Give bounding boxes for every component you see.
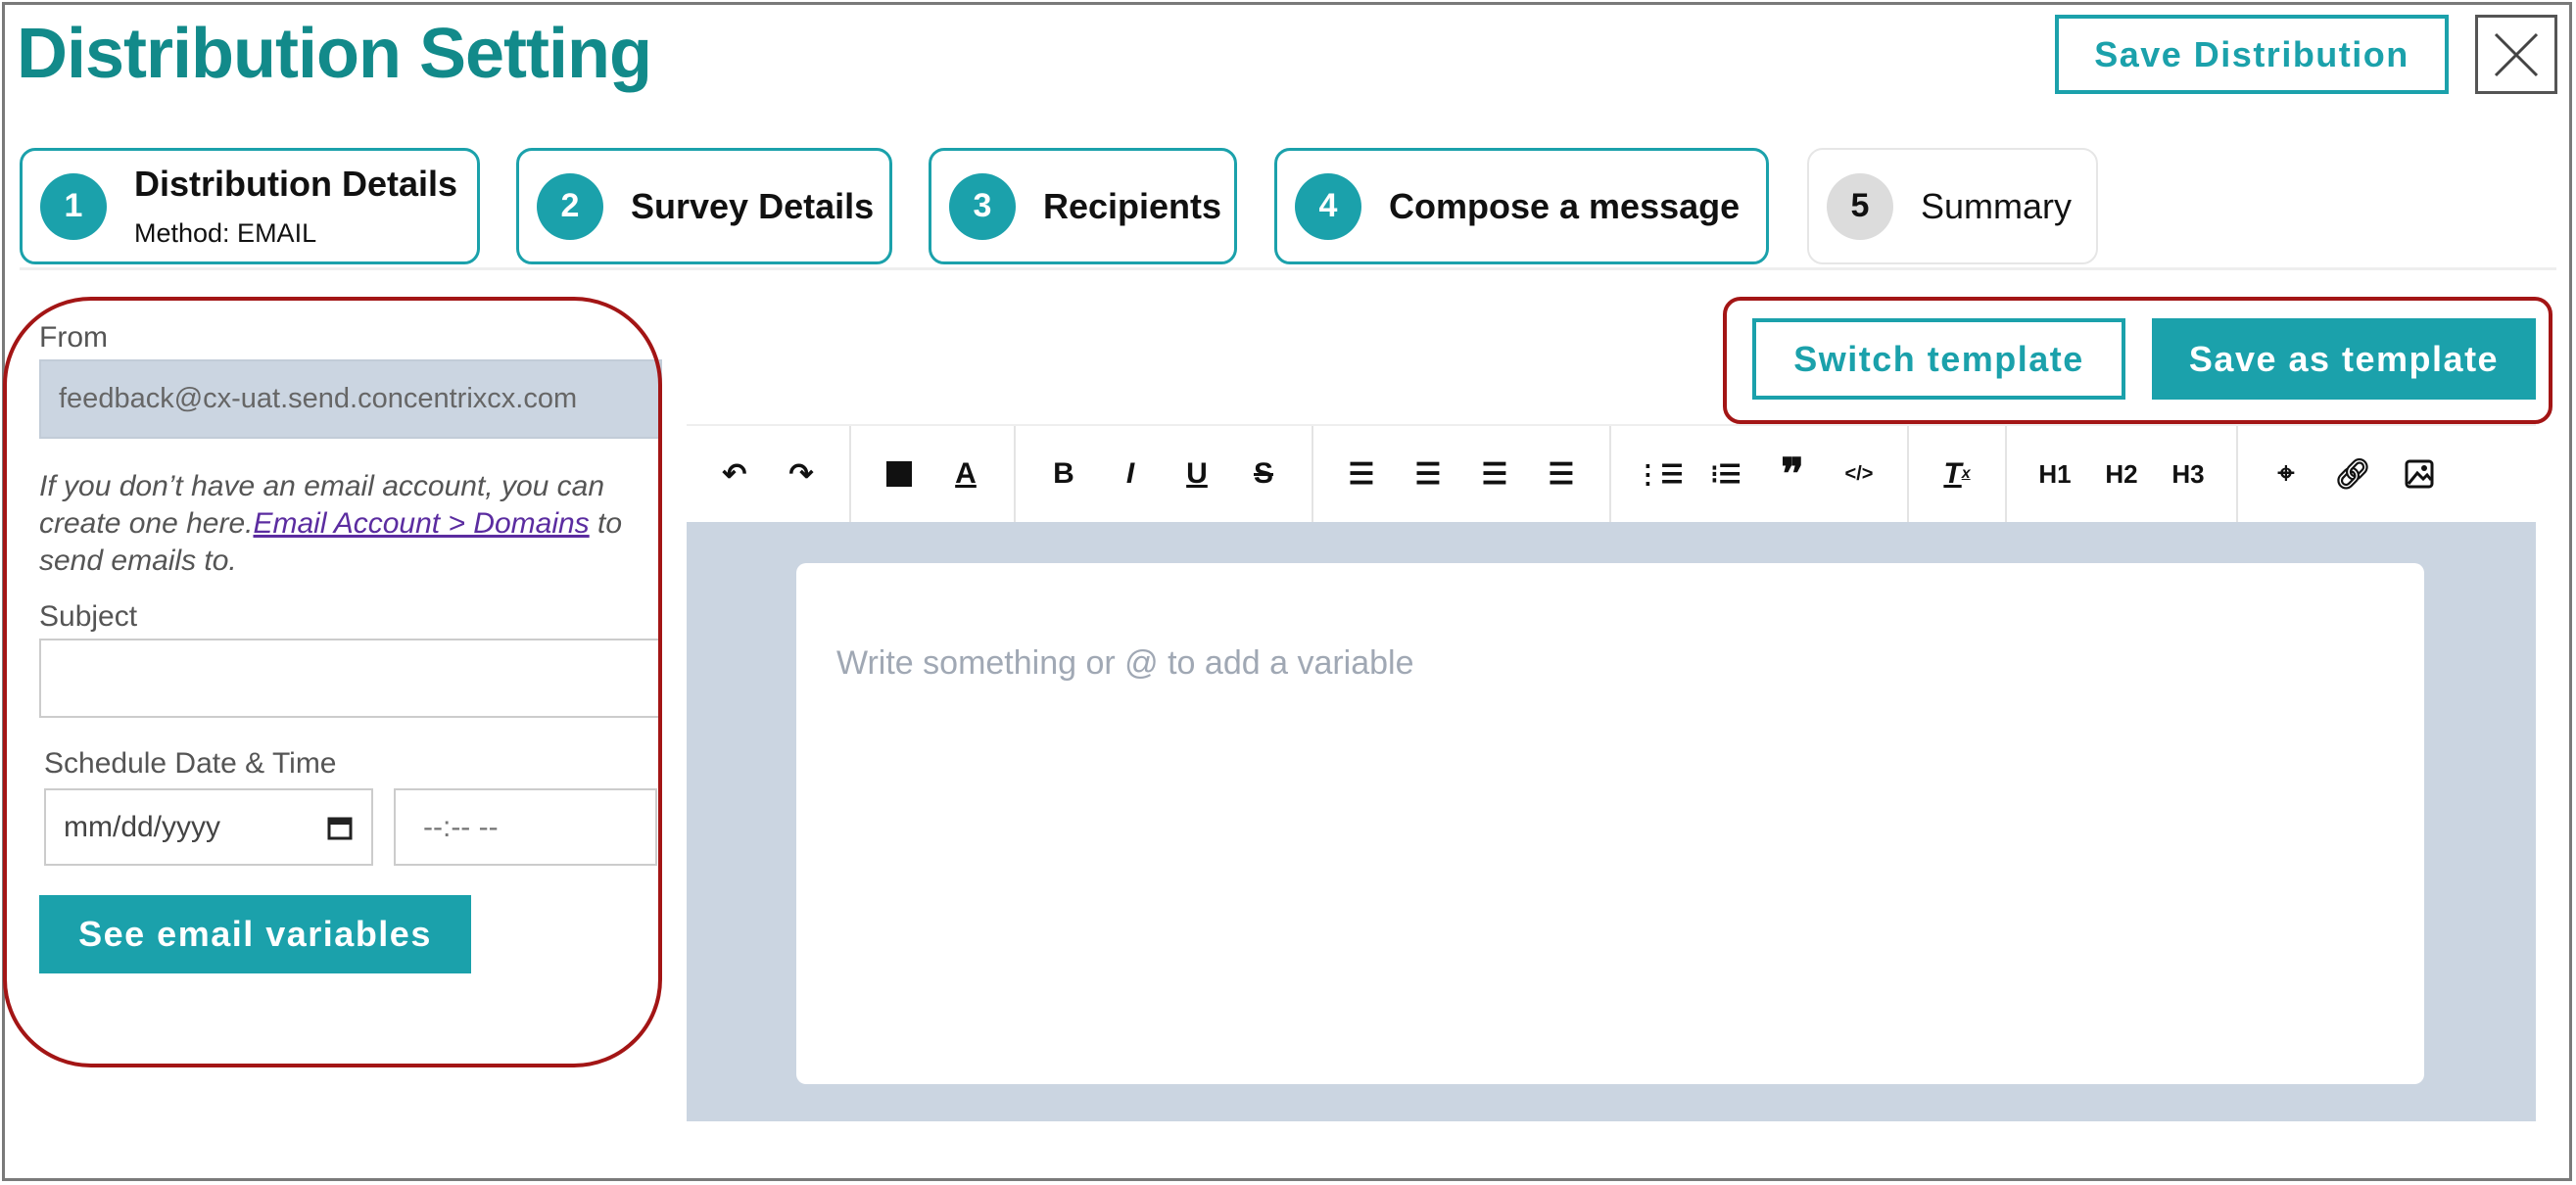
clear-format-icon[interactable]: Tx [1927,445,1987,503]
bullet-list-icon[interactable]: ⁝☰ [1695,445,1756,503]
editor-toolbar: ↶ ↷ A B I U S ☰ ☰ ☰ ☰ ⋮☰ ⁝☰ ❞ </> Tx H1 … [687,424,2536,522]
italic-icon[interactable]: I [1100,445,1161,503]
step-label: Compose a message [1389,185,1741,226]
save-as-template-button[interactable]: Save as template [2152,318,2536,400]
step-label: Recipients [1043,185,1222,226]
step-compose-message[interactable]: 4 Compose a message [1274,148,1769,264]
image-icon[interactable] [2389,445,2450,503]
undo-icon[interactable]: ↶ [704,445,765,503]
step-survey-details[interactable]: 2 Survey Details [516,148,892,264]
close-button[interactable] [2475,15,2557,94]
editor-placeholder: Write something or @ to add a variable [836,644,1414,682]
text-color-icon[interactable] [869,445,930,503]
close-icon [2494,32,2539,76]
step-number: 5 [1827,172,1893,240]
step-label: Survey Details [631,185,875,226]
heading-2-button[interactable]: H2 [2091,445,2152,503]
step-number: 4 [1295,172,1361,240]
strikethrough-icon[interactable]: S [1233,445,1294,503]
heading-3-button[interactable]: H3 [2158,445,2218,503]
align-right-icon[interactable]: ☰ [1464,445,1525,503]
step-label: Summary [1921,185,2073,226]
step-number: 2 [537,172,603,240]
redo-icon[interactable]: ↷ [771,445,832,503]
highlight-color-icon[interactable]: A [935,445,996,503]
switch-template-button[interactable]: Switch template [1752,318,2125,400]
step-distribution-details[interactable]: 1 Distribution Details Method: EMAIL [20,148,480,264]
highlight-annotation [3,297,662,1067]
code-icon[interactable]: </> [1829,445,1889,503]
step-number: 3 [949,172,1016,240]
underline-icon[interactable]: U [1167,445,1227,503]
message-editor[interactable]: Write something or @ to add a variable [796,563,2424,1084]
bold-icon[interactable]: B [1033,445,1094,503]
link-icon[interactable]: 🔗︎ [2322,445,2383,503]
cursor-click-icon[interactable]: ⌖ [2256,445,2316,503]
align-justify-icon[interactable]: ☰ [1531,445,1592,503]
step-sublabel: Method: EMAIL [134,218,317,248]
step-label: Distribution Details [134,164,458,204]
ordered-list-icon[interactable]: ⋮☰ [1629,445,1690,503]
align-center-icon[interactable]: ☰ [1398,445,1458,503]
page-title: Distribution Setting [17,15,652,93]
save-distribution-button[interactable]: Save Distribution [2055,15,2449,94]
step-recipients[interactable]: 3 Recipients [929,148,1237,264]
step-number: 1 [40,172,107,240]
blockquote-icon[interactable]: ❞ [1762,445,1823,503]
heading-1-button[interactable]: H1 [2025,445,2085,503]
divider [20,267,2556,270]
align-left-icon[interactable]: ☰ [1331,445,1392,503]
step-summary[interactable]: 5 Summary [1807,148,2098,264]
